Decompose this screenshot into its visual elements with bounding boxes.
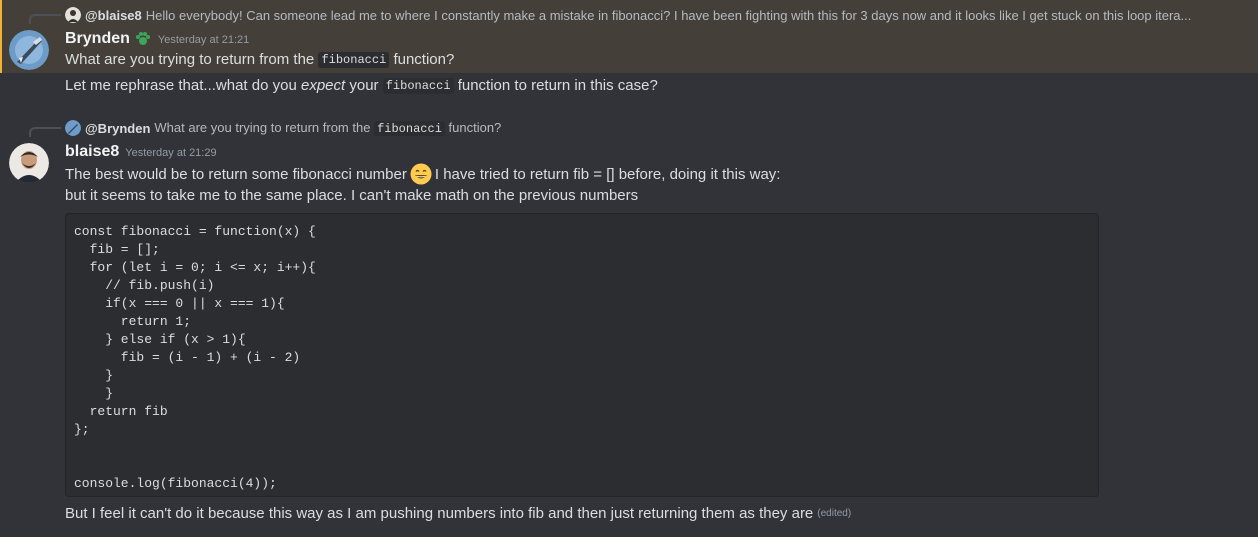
message-text: Let me rephrase that...what do you bbox=[65, 77, 297, 94]
avatar[interactable] bbox=[9, 143, 49, 183]
message-text: What are you trying to return from the bbox=[65, 51, 315, 68]
reply-username[interactable]: @Brynden bbox=[85, 121, 150, 136]
message-text: The best would be to return some fibonac… bbox=[65, 165, 407, 183]
reply-username[interactable]: @blaise8 bbox=[85, 8, 142, 23]
message-text: But I feel it can't do it because this w… bbox=[65, 505, 814, 522]
code-block[interactable]: const fibonacci = function(x) { fib = []… bbox=[65, 213, 1099, 497]
code-content[interactable]: const fibonacci = function(x) { fib = []… bbox=[66, 214, 1098, 502]
avatar[interactable] bbox=[9, 30, 49, 70]
message-line: But I feel it can't do it because this w… bbox=[65, 505, 851, 522]
message-line: Let me rephrase that...what do you expec… bbox=[65, 77, 658, 94]
mention-bar bbox=[0, 0, 2, 73]
brynden-avatar-image bbox=[9, 30, 49, 70]
grinning-emoji-icon[interactable] bbox=[410, 163, 432, 185]
message-text: function to return in this case? bbox=[457, 77, 658, 94]
username[interactable]: blaise8 bbox=[65, 143, 119, 161]
emphasis-text: expect bbox=[300, 77, 346, 94]
message-line: What are you trying to return from the f… bbox=[65, 51, 454, 68]
message-text: function? bbox=[393, 51, 455, 68]
blaise8-avatar-image bbox=[9, 143, 49, 183]
message-text: I have tried to return fib = [] before, … bbox=[434, 165, 781, 183]
inline-code: fibonacci bbox=[382, 77, 454, 94]
timestamp[interactable]: Yesterday at 21:29 bbox=[125, 147, 216, 159]
edited-label: (edited) bbox=[817, 508, 852, 519]
message-header: blaise8 Yesterday at 21:29 bbox=[65, 143, 217, 161]
reply-connector bbox=[29, 127, 61, 137]
reply-preview[interactable]: @blaise8 Hello everybody! Can someone le… bbox=[65, 6, 1215, 24]
reply-connector bbox=[29, 14, 61, 24]
paw-badge-icon[interactable] bbox=[134, 30, 152, 48]
username[interactable]: Brynden bbox=[65, 30, 130, 48]
reply-text[interactable]: What are you trying to return from the f… bbox=[154, 120, 501, 136]
message-text: your bbox=[349, 77, 379, 94]
message-text: but it seems to take me to the same plac… bbox=[65, 187, 639, 204]
timestamp[interactable]: Yesterday at 21:21 bbox=[158, 34, 249, 46]
message-line: but it seems to take me to the same plac… bbox=[65, 187, 638, 204]
message-header: Brynden Yesterday at 21:21 bbox=[65, 30, 249, 48]
message-line: The best would be to return some fibonac… bbox=[65, 163, 780, 185]
blaise8-mini-avatar bbox=[65, 7, 81, 23]
brynden-mini-avatar bbox=[65, 120, 81, 136]
reply-text[interactable]: Hello everybody! Can someone lead me to … bbox=[146, 8, 1192, 23]
inline-code: fibonacci bbox=[318, 51, 390, 68]
reply-preview[interactable]: @Brynden What are you trying to return f… bbox=[65, 119, 501, 137]
